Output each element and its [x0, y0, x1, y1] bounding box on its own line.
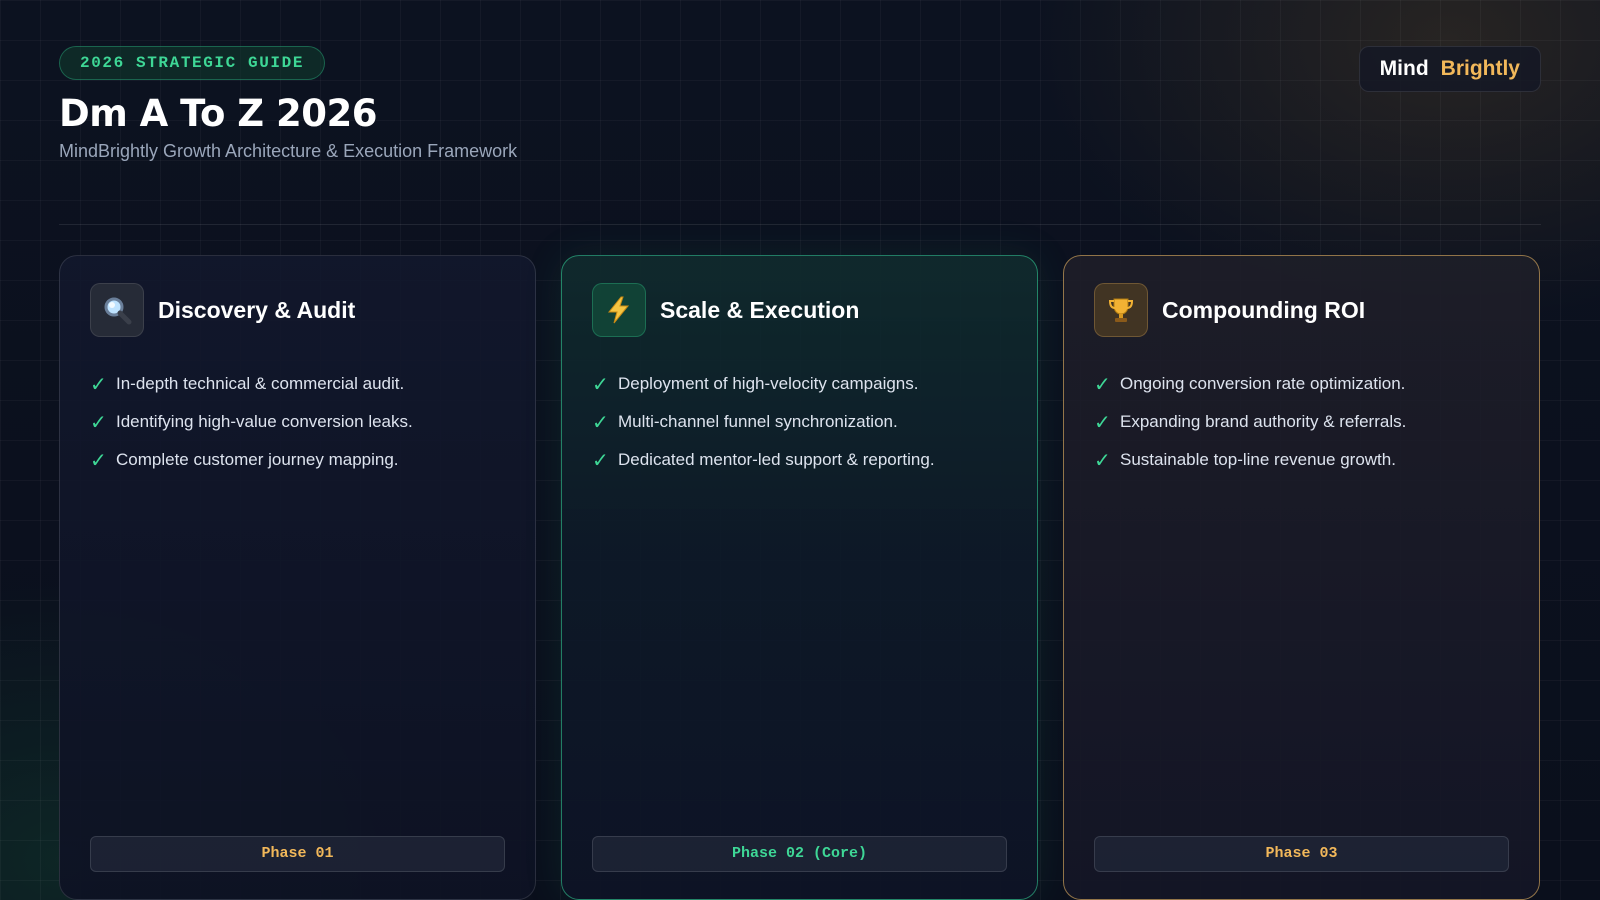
list-item: ✓ Sustainable top-line revenue growth. — [1094, 441, 1509, 479]
list-item: ✓ Deployment of high-velocity campaigns. — [592, 365, 1007, 403]
card-scale-execution: Scale & Execution ✓ Deployment of high-ve… — [561, 255, 1038, 900]
phase-label-button[interactable]: Phase 01 — [90, 836, 505, 872]
magnifier-icon — [90, 283, 144, 337]
list-item-text: Expanding brand authority & referrals. — [1120, 412, 1407, 431]
card-item-list: ✓ Deployment of high-velocity campaigns. … — [592, 365, 1007, 479]
list-item: ✓ Expanding brand authority & referrals. — [1094, 403, 1509, 441]
strategic-guide-badge: 2026 STRATEGIC GUIDE — [59, 46, 326, 80]
brand-logo-part1: Mind — [1379, 57, 1429, 80]
card-title: Scale & Execution — [660, 296, 860, 323]
list-item: ✓ In-depth technical & commercial audit. — [90, 365, 505, 403]
list-item-text: Complete customer journey mapping. — [116, 450, 399, 469]
checkmark-icon: ✓ — [592, 373, 609, 396]
checkmark-icon: ✓ — [592, 411, 609, 434]
list-item: ✓ Complete customer journey mapping. — [90, 441, 505, 479]
list-item-text: Ongoing conversion rate optimization. — [1120, 374, 1406, 393]
page: 2026 STRATEGIC GUIDE Dm A To Z 2026 Mind… — [0, 0, 1600, 900]
list-item-text: In-depth technical & commercial audit. — [116, 374, 405, 393]
card-header: Discovery & Audit — [90, 283, 505, 337]
card-header: Compounding ROI — [1094, 283, 1509, 337]
list-item-text: Multi-channel funnel synchronization. — [618, 412, 898, 431]
list-item-text: Deployment of high-velocity campaigns. — [618, 374, 919, 393]
card-item-list: ✓ In-depth technical & commercial audit. … — [90, 365, 505, 479]
list-item-text: Sustainable top-line revenue growth. — [1120, 450, 1396, 469]
list-item-text: Dedicated mentor-led support & reporting… — [618, 450, 935, 469]
phase-label-button[interactable]: Phase 02 (Core) — [592, 836, 1007, 872]
phase-cards: Discovery & Audit ✓ In-depth technical & … — [59, 255, 1541, 900]
brand-logo-part2: Brightly — [1440, 57, 1520, 80]
card-title: Discovery & Audit — [158, 296, 356, 323]
page-title: Dm A To Z 2026 — [59, 92, 377, 135]
brand-logo[interactable]: Mind Brightly — [1358, 46, 1541, 92]
card-compounding-roi: Compounding ROI ✓ Ongoing conversion rate… — [1063, 255, 1540, 900]
checkmark-icon: ✓ — [1094, 411, 1111, 434]
card-title: Compounding ROI — [1162, 296, 1366, 323]
checkmark-icon: ✓ — [1094, 373, 1111, 396]
checkmark-icon: ✓ — [592, 449, 609, 472]
checkmark-icon: ✓ — [90, 373, 107, 396]
list-item: ✓ Identifying high-value conversion leaks… — [90, 403, 505, 441]
card-discovery-audit: Discovery & Audit ✓ In-depth technical & … — [59, 255, 536, 900]
list-item: ✓ Ongoing conversion rate optimization. — [1094, 365, 1509, 403]
card-item-list: ✓ Ongoing conversion rate optimization. ✓… — [1094, 365, 1509, 479]
list-item: ✓ Dedicated mentor-led support & reportin… — [592, 441, 1007, 479]
list-item-text: Identifying high-value conversion leaks. — [116, 412, 413, 431]
checkmark-icon: ✓ — [1094, 449, 1111, 472]
header-divider — [59, 224, 1541, 225]
list-item: ✓ Multi-channel funnel synchronization. — [592, 403, 1007, 441]
card-header: Scale & Execution — [592, 283, 1007, 337]
phase-label-button[interactable]: Phase 03 — [1094, 836, 1509, 872]
trophy-icon — [1094, 283, 1148, 337]
checkmark-icon: ✓ — [90, 449, 107, 472]
checkmark-icon: ✓ — [90, 411, 107, 434]
page-subtitle: MindBrightly Growth Architecture & Execu… — [59, 141, 518, 161]
lightning-icon — [592, 283, 646, 337]
header: 2026 STRATEGIC GUIDE Dm A To Z 2026 Mind… — [59, 46, 1541, 178]
